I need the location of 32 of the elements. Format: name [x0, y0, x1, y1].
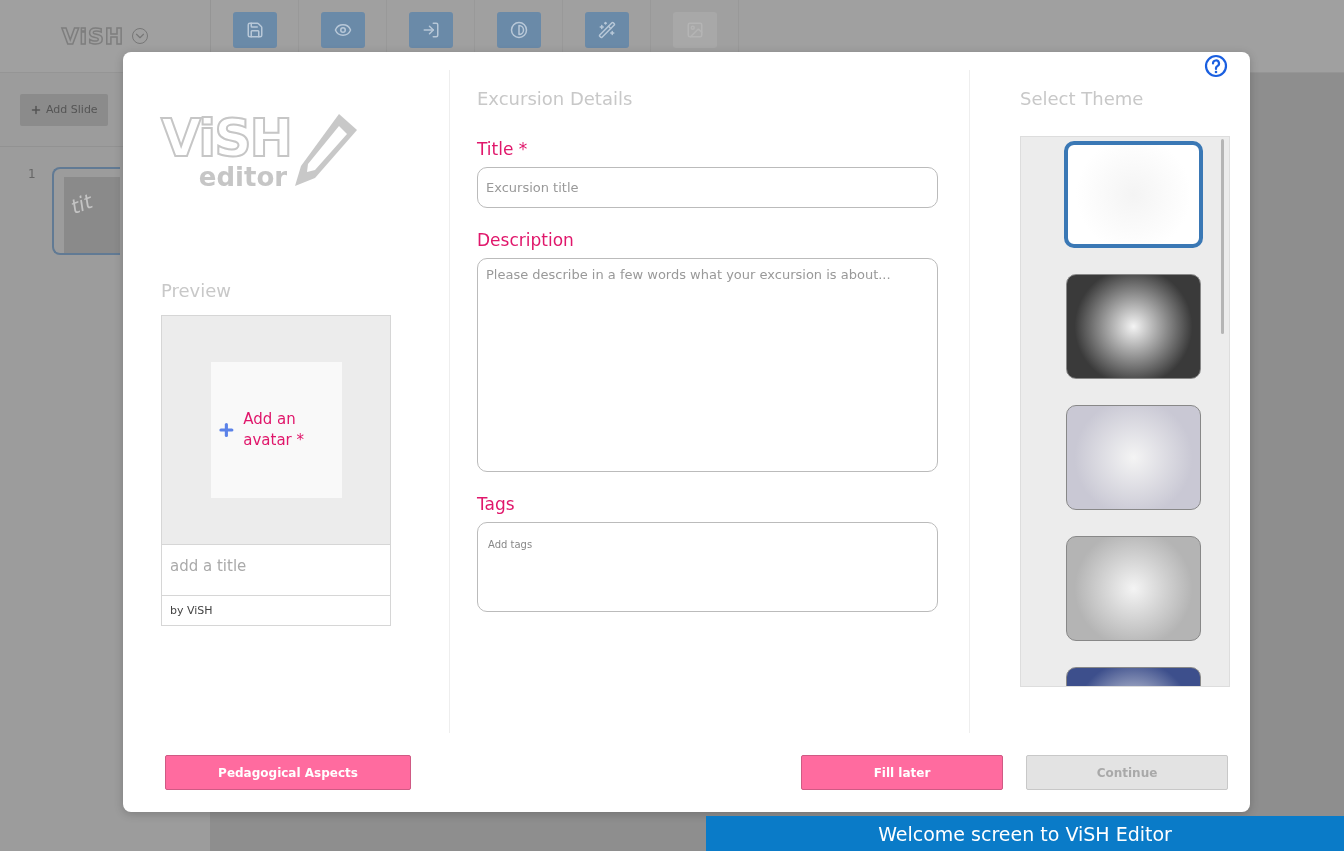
toolbar-button[interactable]	[408, 12, 453, 48]
vish-logo: ViSH	[161, 112, 292, 164]
preview-author: by ViSH	[169, 603, 214, 619]
dialog-button[interactable]: Fill later	[801, 755, 1003, 790]
toolbar-button[interactable]	[232, 12, 277, 48]
field-label: Tags	[477, 494, 516, 514]
theme-thumbnail[interactable]	[1065, 536, 1201, 641]
add-avatar-button[interactable]: Add an avatar *	[210, 362, 342, 498]
arrow-into-door-icon	[421, 21, 440, 39]
theme-thumbnail[interactable]	[1063, 141, 1203, 248]
plus-icon	[30, 103, 42, 116]
preview-title: add a title	[162, 545, 390, 596]
toolbar-button[interactable]	[496, 12, 541, 48]
scrollbar[interactable]	[1221, 139, 1224, 334]
theme-thumbnail[interactable]	[1065, 405, 1201, 510]
title-field[interactable]: Excursion title	[477, 167, 938, 208]
dialog-button[interactable]: Pedagogical Aspects	[165, 755, 411, 790]
theme-thumbnail[interactable]	[1065, 274, 1201, 379]
description-field[interactable]: Please describe in a few words what your excursion is about...	[477, 258, 938, 472]
editor-wordmark: editor	[198, 164, 288, 190]
magic-wand-icon	[597, 21, 616, 39]
help-icon[interactable]	[1204, 54, 1228, 78]
eye-icon	[333, 21, 352, 39]
field-label: Description	[477, 230, 575, 250]
thumbnail-text: tit	[67, 188, 97, 219]
tags-field[interactable]: Add tags	[477, 522, 938, 612]
half-circle-icon	[509, 21, 528, 39]
toolbar-button[interactable]	[584, 12, 629, 48]
field-label: Title *	[477, 139, 529, 159]
toolbar-button[interactable]	[320, 12, 365, 48]
caption: Welcome screen to ViSH Editor	[706, 816, 1344, 851]
slide-thumbnail[interactable]: tit	[51, 167, 120, 255]
